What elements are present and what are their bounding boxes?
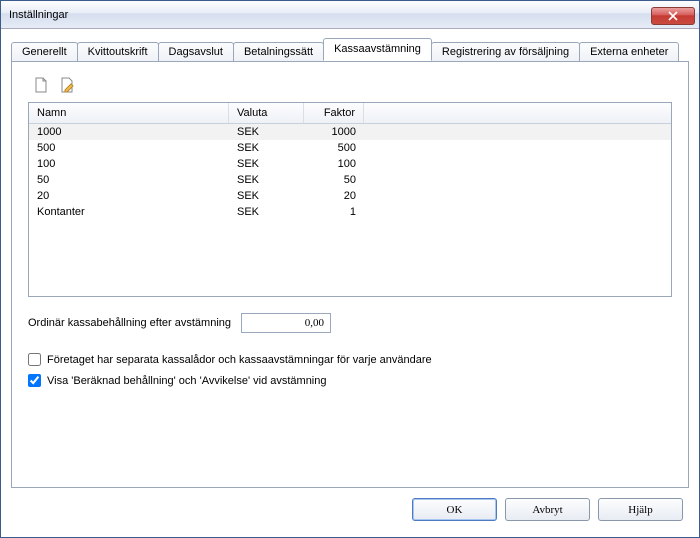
client-area: Generellt Kvittoutskrift Dagsavslut Beta… xyxy=(1,29,699,537)
grid-header: Namn Valuta Faktor xyxy=(29,103,671,124)
showcalc-label[interactable]: Visa 'Beräknad behållning' och 'Avvikels… xyxy=(47,375,327,387)
edit-document-icon xyxy=(59,77,75,93)
cell-name: 20 xyxy=(29,188,229,204)
col-header-factor[interactable]: Faktor xyxy=(304,103,364,123)
table-row[interactable]: 20SEK20 xyxy=(29,188,671,204)
tab-label: Externa enheter xyxy=(590,46,668,58)
showcalc-checkbox-row: Visa 'Beräknad behållning' och 'Avvikels… xyxy=(28,374,672,387)
cancel-button[interactable]: Avbryt xyxy=(505,498,590,521)
tab-betalningssatt[interactable]: Betalningssätt xyxy=(233,42,324,62)
tab-label: Generellt xyxy=(22,46,67,58)
tab-label: Kassaavstämning xyxy=(334,43,421,55)
cell-factor: 1 xyxy=(304,204,364,220)
dialog-footer: OK Avbryt Hjälp xyxy=(11,488,689,527)
cell-factor: 1000 xyxy=(304,124,364,140)
tab-label: Betalningssätt xyxy=(244,46,313,58)
col-header-currency[interactable]: Valuta xyxy=(229,103,304,123)
close-button[interactable] xyxy=(651,7,695,25)
cell-factor: 20 xyxy=(304,188,364,204)
tab-registrering[interactable]: Registrering av försäljning xyxy=(431,42,580,62)
ordinary-input[interactable] xyxy=(241,313,331,333)
tab-kvittoutskrift[interactable]: Kvittoutskrift xyxy=(77,42,159,62)
tab-dagsavslut[interactable]: Dagsavslut xyxy=(158,42,234,62)
cell-name: Kontanter xyxy=(29,204,229,220)
new-document-icon xyxy=(33,77,49,93)
tab-generellt[interactable]: Generellt xyxy=(11,42,78,62)
separate-label[interactable]: Företaget har separata kassalådor och ka… xyxy=(47,354,432,366)
cell-name: 500 xyxy=(29,140,229,156)
tab-externa-enheter[interactable]: Externa enheter xyxy=(579,42,679,62)
titlebar: Inställningar xyxy=(1,1,699,29)
help-button[interactable]: Hjälp xyxy=(598,498,683,521)
denominations-grid: Namn Valuta Faktor 1000SEK1000500SEK5001… xyxy=(28,102,672,297)
new-button[interactable] xyxy=(32,76,50,94)
table-row[interactable]: KontanterSEK1 xyxy=(29,204,671,220)
cell-factor: 500 xyxy=(304,140,364,156)
cell-currency: SEK xyxy=(229,140,304,156)
edit-button[interactable] xyxy=(58,76,76,94)
table-row[interactable]: 100SEK100 xyxy=(29,156,671,172)
tab-pane: Namn Valuta Faktor 1000SEK1000500SEK5001… xyxy=(11,61,689,488)
separate-checkbox[interactable] xyxy=(28,353,41,366)
table-row[interactable]: 500SEK500 xyxy=(29,140,671,156)
cell-currency: SEK xyxy=(229,156,304,172)
cell-name: 1000 xyxy=(29,124,229,140)
close-icon xyxy=(668,11,678,21)
cell-currency: SEK xyxy=(229,124,304,140)
cell-currency: SEK xyxy=(229,204,304,220)
cell-factor: 50 xyxy=(304,172,364,188)
grid-body: 1000SEK1000500SEK500100SEK10050SEK5020SE… xyxy=(29,124,671,220)
settings-dialog: Inställningar Generellt Kvittoutskrift D… xyxy=(0,0,700,538)
showcalc-checkbox[interactable] xyxy=(28,374,41,387)
ok-button[interactable]: OK xyxy=(412,498,497,521)
ordinary-label: Ordinär kassabehållning efter avstämning xyxy=(28,317,231,329)
cell-factor: 100 xyxy=(304,156,364,172)
table-row[interactable]: 1000SEK1000 xyxy=(29,124,671,140)
separate-checkbox-row: Företaget har separata kassalådor och ka… xyxy=(28,353,672,366)
cell-currency: SEK xyxy=(229,172,304,188)
ordinary-row: Ordinär kassabehållning efter avstämning xyxy=(28,313,672,333)
cell-name: 50 xyxy=(29,172,229,188)
tab-label: Registrering av försäljning xyxy=(442,46,569,58)
col-header-name[interactable]: Namn xyxy=(29,103,229,123)
cell-currency: SEK xyxy=(229,188,304,204)
tabstrip: Generellt Kvittoutskrift Dagsavslut Beta… xyxy=(11,37,689,61)
toolbar xyxy=(28,74,672,102)
tab-label: Dagsavslut xyxy=(169,46,223,58)
tab-label: Kvittoutskrift xyxy=(88,46,148,58)
cell-name: 100 xyxy=(29,156,229,172)
window-title: Inställningar xyxy=(9,9,68,21)
tab-kassaavstamning[interactable]: Kassaavstämning xyxy=(323,38,432,61)
table-row[interactable]: 50SEK50 xyxy=(29,172,671,188)
